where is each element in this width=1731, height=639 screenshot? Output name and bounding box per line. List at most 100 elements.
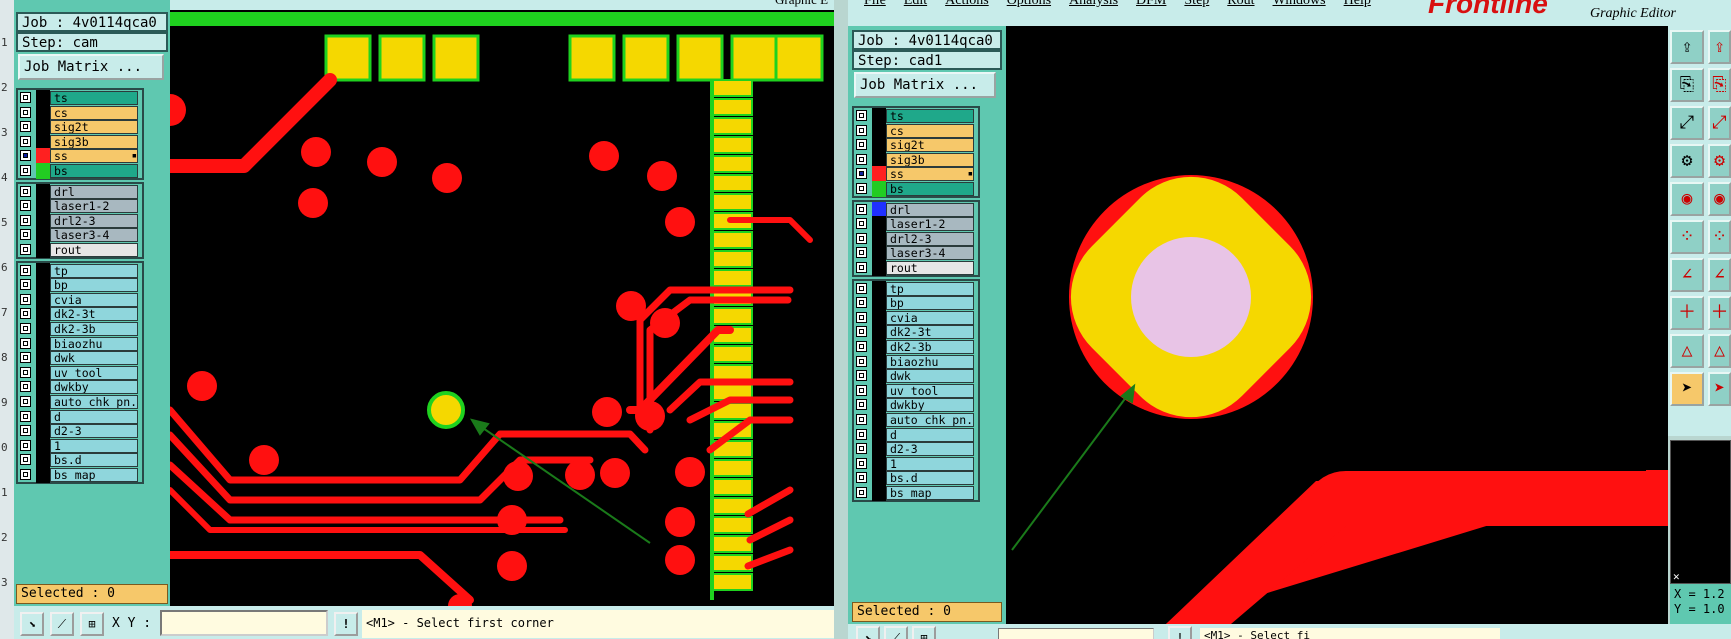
- layer-color-swatch[interactable]: [872, 441, 886, 458]
- layer-color-swatch[interactable]: [872, 108, 886, 124]
- layer-name[interactable]: auto_chk_pn.: [886, 413, 974, 427]
- layer-name[interactable]: drl: [50, 184, 138, 199]
- layer-checkbox[interactable]: [856, 399, 867, 411]
- layer-checkbox[interactable]: [20, 106, 31, 118]
- layer-color-swatch[interactable]: [36, 119, 50, 136]
- layer-color-swatch[interactable]: [36, 277, 50, 294]
- layer-color-swatch[interactable]: [872, 280, 886, 297]
- layer-checkbox[interactable]: [856, 414, 867, 425]
- layer-row-auto-chk-pn[interactable]: auto_chk_pn.: [852, 412, 978, 428]
- menu-help[interactable]: Help: [1344, 0, 1371, 8]
- layer-name[interactable]: cs: [886, 123, 974, 138]
- layer-checkbox[interactable]: [856, 124, 867, 136]
- layer-color-swatch[interactable]: [36, 423, 50, 440]
- layer-name[interactable]: bs_map: [50, 468, 138, 482]
- measure-icon[interactable]: ⚙: [1670, 144, 1704, 178]
- layer-name[interactable]: laser3-4: [50, 228, 138, 243]
- layer-row-biaozhu[interactable]: biaozhu: [16, 335, 142, 352]
- zoom-box-icon[interactable]: ⬊: [20, 612, 44, 636]
- layer-checkbox[interactable]: [856, 139, 867, 151]
- mini-view-close-icon[interactable]: ✕: [1673, 570, 1680, 583]
- layer-color-swatch[interactable]: [36, 212, 50, 229]
- layer-row-d[interactable]: d: [16, 408, 142, 425]
- layer-color-swatch[interactable]: [36, 133, 50, 150]
- layer-name[interactable]: dwkby: [886, 398, 974, 413]
- layer-name[interactable]: auto_chk_pn.: [50, 395, 138, 409]
- layer-checkbox[interactable]: [856, 247, 867, 259]
- layer-name[interactable]: dwk: [886, 369, 974, 384]
- layer-row-drl2-3[interactable]: drl2-3: [852, 230, 978, 247]
- layer-color-swatch[interactable]: [872, 412, 886, 428]
- layer-color-swatch[interactable]: [872, 122, 886, 139]
- layer-checkbox[interactable]: [20, 150, 31, 162]
- layer-color-swatch[interactable]: [872, 137, 886, 154]
- fit-view-alt-icon[interactable]: ⤢: [1708, 106, 1731, 140]
- layer-row-uv-tool[interactable]: uv_tool: [852, 382, 978, 399]
- layer-color-swatch[interactable]: [36, 467, 50, 483]
- layer-checkbox[interactable]: [20, 264, 31, 276]
- layer-row-ts[interactable]: ts: [852, 108, 978, 124]
- layer-name[interactable]: uv_tool: [886, 383, 974, 398]
- layer-name[interactable]: laser1-2: [886, 217, 974, 232]
- layer-checkbox[interactable]: [856, 457, 867, 469]
- layer-row-bp[interactable]: bp: [16, 277, 142, 294]
- layer-color-swatch[interactable]: [872, 397, 886, 414]
- layer-row-sig2t[interactable]: sig2t: [852, 137, 978, 154]
- layer-copy-icon[interactable]: ⎘: [1670, 68, 1704, 102]
- layer-up-icon[interactable]: ⇪: [1670, 30, 1704, 64]
- xy-input[interactable]: [998, 628, 1154, 639]
- layer-checkbox[interactable]: [20, 469, 31, 480]
- layer-checkbox[interactable]: [856, 428, 867, 440]
- layer-color-swatch[interactable]: [872, 339, 886, 355]
- layer-name[interactable]: cvia: [50, 292, 138, 307]
- layer-row-bs-d[interactable]: bs.d: [16, 452, 142, 469]
- layer-name[interactable]: dwkby: [50, 380, 138, 395]
- layer-color-swatch[interactable]: [36, 452, 50, 469]
- snap-icon[interactable]: ◉: [1670, 182, 1704, 216]
- layer-color-swatch[interactable]: [872, 201, 886, 218]
- layer-checkbox[interactable]: [856, 168, 867, 180]
- layer-name[interactable]: bs.d: [50, 453, 138, 468]
- zoom-line-icon[interactable]: ⟋: [884, 626, 908, 639]
- layer-color-swatch[interactable]: [872, 260, 886, 276]
- layer-color-swatch[interactable]: [36, 90, 50, 106]
- layer-name[interactable]: bs_map: [886, 486, 974, 500]
- layer-color-swatch[interactable]: [36, 408, 50, 425]
- layer-name[interactable]: drl: [886, 202, 974, 217]
- layer-checkbox[interactable]: [856, 443, 867, 455]
- layer-color-swatch[interactable]: [36, 242, 50, 258]
- layer-name[interactable]: 1: [50, 438, 138, 453]
- layer-color-swatch[interactable]: [36, 262, 50, 279]
- layer-color-swatch[interactable]: [36, 379, 50, 396]
- layer-row-bs[interactable]: bs: [852, 181, 978, 197]
- layer-row-dwkby[interactable]: dwkby: [852, 397, 978, 414]
- layer-name[interactable]: dk2-3b: [50, 322, 138, 336]
- draw-line-icon[interactable]: ∠: [1670, 258, 1704, 292]
- layer-row-dwk[interactable]: dwk: [16, 350, 142, 367]
- job-matrix-button[interactable]: Job Matrix ...: [854, 72, 996, 98]
- layer-color-swatch[interactable]: [872, 382, 886, 399]
- layer-name[interactable]: sig3b: [886, 152, 974, 167]
- triangle-alt-icon[interactable]: △: [1708, 334, 1731, 368]
- layer-name[interactable]: 1: [886, 456, 974, 471]
- layer-row-dwk[interactable]: dwk: [852, 368, 978, 385]
- layer-color-swatch[interactable]: [36, 321, 50, 337]
- add-feature-icon[interactable]: ＋: [1670, 296, 1704, 330]
- menu-step[interactable]: Step: [1184, 0, 1209, 8]
- layer-name[interactable]: rout: [886, 261, 974, 275]
- layer-checkbox[interactable]: [20, 454, 31, 466]
- grid-icon[interactable]: ⊞: [80, 612, 104, 636]
- layer-row-cvia[interactable]: cvia: [16, 291, 142, 308]
- layer-color-swatch[interactable]: [872, 324, 886, 341]
- layer-color-swatch[interactable]: [872, 295, 886, 312]
- layer-row-laser1-2[interactable]: laser1-2: [852, 216, 978, 233]
- layer-name[interactable]: tp: [50, 263, 138, 278]
- layer-name[interactable]: ss ▪: [50, 149, 138, 164]
- layer-row-uv-tool[interactable]: uv_tool: [16, 364, 142, 381]
- measure-alt-icon[interactable]: ⚙: [1708, 144, 1731, 178]
- layer-row-laser1-2[interactable]: laser1-2: [16, 198, 142, 215]
- layer-name[interactable]: dk2-3t: [886, 325, 974, 340]
- layer-checkbox[interactable]: [20, 337, 31, 349]
- layer-checkbox[interactable]: [856, 232, 867, 244]
- layer-row-drl[interactable]: drl: [852, 201, 978, 218]
